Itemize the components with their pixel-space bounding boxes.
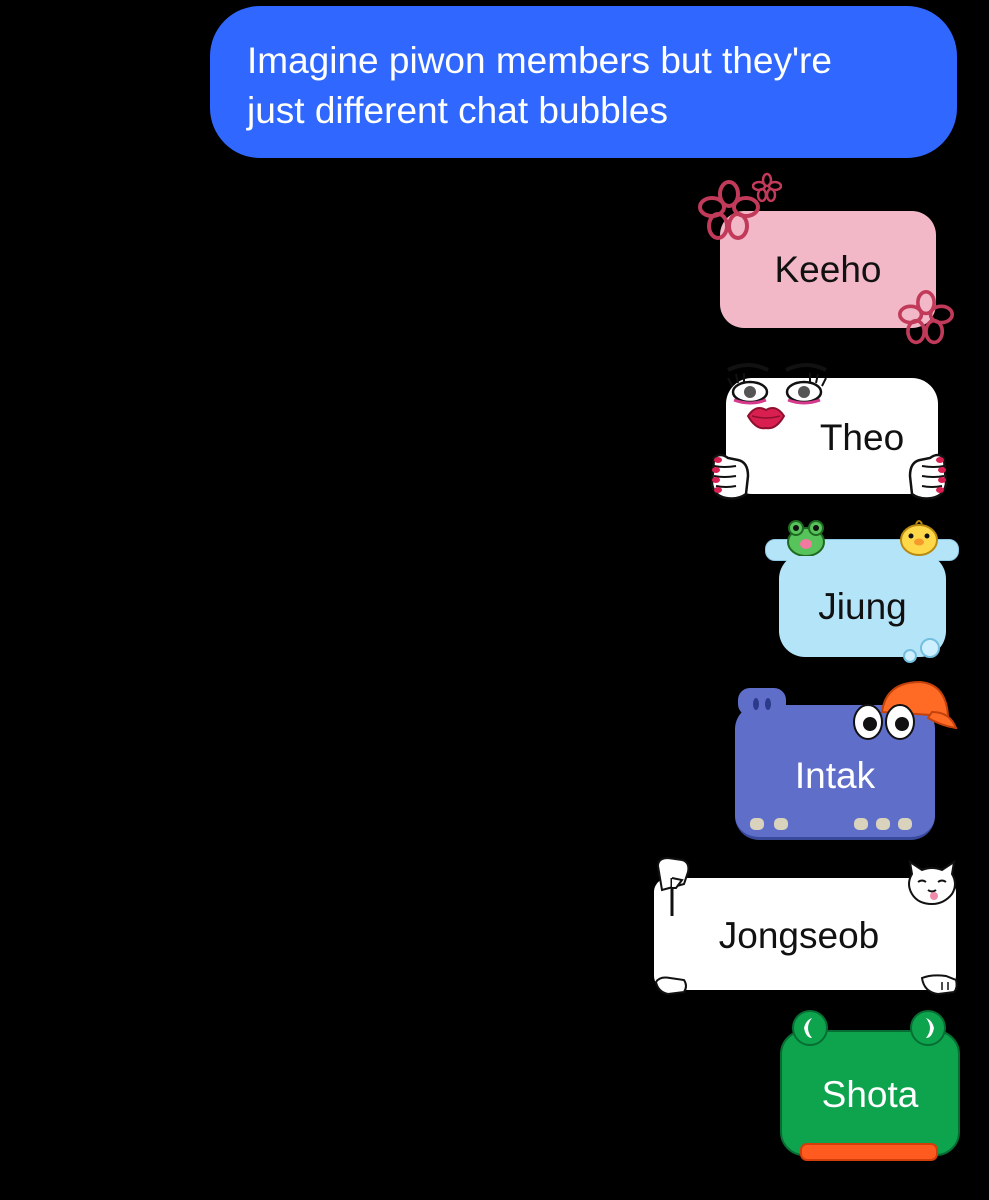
chick-icon bbox=[900, 520, 938, 556]
frog-eye-right-icon bbox=[910, 1010, 946, 1046]
small-flower-icon bbox=[752, 172, 782, 202]
hippo-teeth-icon bbox=[750, 818, 912, 830]
frog-eye-left-icon bbox=[792, 1010, 828, 1046]
paw-left-icon bbox=[654, 976, 687, 996]
flower-icon bbox=[898, 290, 954, 345]
paw-right-icon bbox=[920, 974, 958, 996]
shota-label: Shota bbox=[821, 1074, 919, 1115]
prompt-text: Imagine piwon members but they're just d… bbox=[247, 40, 832, 131]
googly-eyes-icon bbox=[853, 704, 915, 740]
hand-right-icon bbox=[908, 453, 948, 500]
prompt-bubble: Imagine piwon members but they're just d… bbox=[210, 6, 957, 158]
frog-icon bbox=[787, 520, 825, 556]
flag-hand-icon bbox=[656, 856, 690, 916]
hippo-ears-icon bbox=[738, 688, 786, 716]
bubbles-icon bbox=[903, 638, 940, 663]
lips-icon bbox=[746, 407, 786, 430]
shota-bubble: Shota bbox=[780, 1030, 960, 1156]
hand-left-icon bbox=[710, 453, 750, 500]
cat-icon bbox=[908, 860, 956, 906]
flower-icon bbox=[698, 180, 760, 240]
